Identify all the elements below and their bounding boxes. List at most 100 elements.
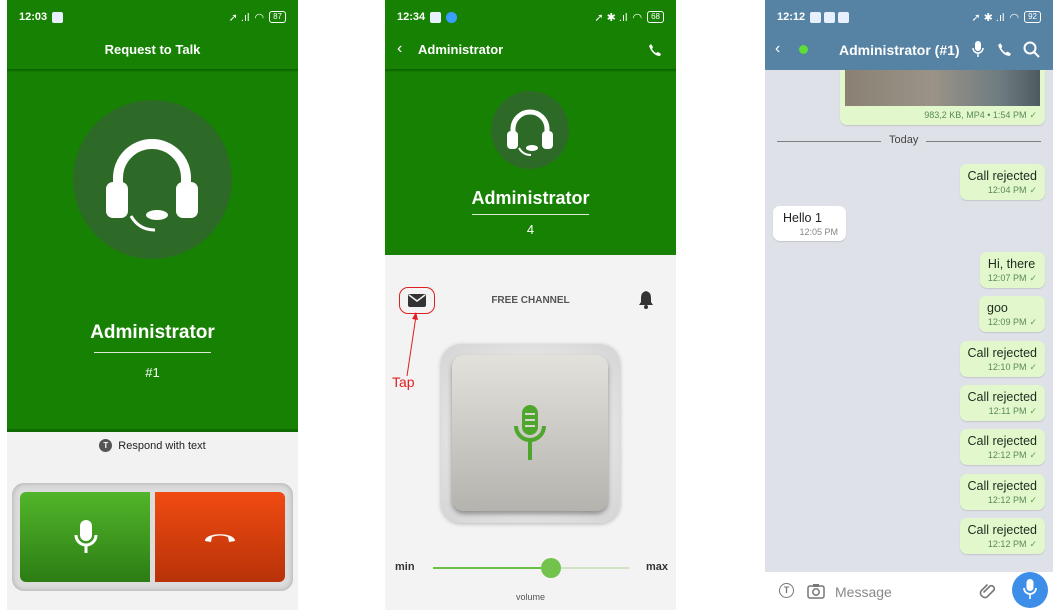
message-bubble[interactable]: Call rejected 12:12 PM ✓ [959, 474, 1045, 510]
check-icon: ✓ [1029, 495, 1037, 505]
phone-icon[interactable] [997, 42, 1012, 57]
message-text: Call rejected [967, 390, 1037, 404]
caller-name: Administrator [90, 322, 215, 343]
status-time: 12:34 [397, 11, 426, 23]
header-title: Administrator [418, 42, 504, 57]
status-time: 12:12 [777, 11, 806, 23]
mic-icon [1023, 579, 1037, 599]
video-message[interactable]: 983,2 KB, MP4 • 1:54 PM ✓ [840, 70, 1045, 125]
volume-slider[interactable] [433, 558, 629, 578]
header-divider [385, 69, 676, 72]
check-icon: ✓ [1029, 362, 1037, 372]
text-icon: T [99, 439, 113, 452]
date-divider: Today [881, 134, 927, 146]
channel-label: FREE CHANNEL [491, 295, 570, 306]
message-input[interactable]: Message [835, 584, 892, 600]
message-time-text: 12:04 PM [987, 185, 1027, 195]
message-bubble[interactable]: Call rejected 12:12 PM ✓ [959, 429, 1045, 465]
back-icon[interactable]: ‹ [397, 40, 402, 58]
message-time: 12:07 PM ✓ [988, 273, 1037, 284]
check-icon: ✓ [1029, 539, 1037, 549]
check-icon: ✓ [1029, 110, 1037, 120]
push-to-talk-button[interactable] [452, 355, 608, 511]
voice-record-button[interactable] [1012, 572, 1048, 608]
avatar [491, 91, 569, 169]
signal-icon: ➚ ✱ .ıl [971, 11, 1005, 24]
volume-min-label: min [395, 561, 415, 573]
volume-slider-thumb[interactable] [540, 558, 561, 578]
search-icon[interactable] [1023, 41, 1040, 58]
message-time-text: 12:09 PM [987, 317, 1027, 327]
hang-up-icon [205, 534, 235, 542]
accept-button[interactable] [20, 492, 150, 582]
message-bubble[interactable]: Hello 1 12:05 PM [773, 206, 846, 241]
online-indicator [799, 45, 808, 54]
check-icon: ✓ [1029, 450, 1037, 460]
mic-icon [74, 520, 98, 553]
mic-icon[interactable] [972, 41, 984, 58]
volume-label: volume [515, 592, 545, 602]
message-text: Call rejected [967, 523, 1037, 537]
decline-button[interactable] [155, 492, 285, 582]
wifi-icon: ◠ [1009, 11, 1020, 24]
message-bubble[interactable]: Call rejected 12:12 PM ✓ [959, 518, 1045, 554]
message-text: goo [987, 301, 1008, 315]
respond-with-text-button[interactable]: T Respond with text [7, 439, 298, 452]
check-icon: ✓ [1029, 185, 1037, 195]
message-time-text: 12:12 PM [987, 495, 1027, 505]
message-text: Call rejected [967, 434, 1037, 448]
message-bubble[interactable]: goo 12:09 PM ✓ [979, 296, 1045, 332]
message-time: 12:10 PM ✓ [968, 362, 1037, 373]
notification-icon-3 [838, 11, 850, 23]
notification-icon [52, 11, 64, 23]
panel-bottom-edge [7, 429, 298, 432]
message-bubble[interactable]: Call rejected 12:10 PM ✓ [959, 341, 1045, 377]
battery-icon: 92 [1024, 11, 1041, 23]
message-bubble[interactable]: Hi, there 12:07 PM ✓ [979, 252, 1045, 288]
video-meta: 983,2 KB, MP4 • 1:54 PM ✓ [924, 110, 1037, 121]
message-time-text: 12:11 PM [988, 406, 1027, 416]
camera-icon[interactable] [807, 583, 825, 599]
request-to-talk-screen: 12:03 ➚ .ıl ◠ 87 Request to Talk Adminis… [7, 0, 298, 610]
check-icon: ✓ [1029, 317, 1037, 327]
message-time: 12:12 PM ✓ [968, 539, 1037, 550]
wifi-icon: ◠ [254, 11, 265, 24]
volume-max-label: max [646, 561, 669, 573]
message-time-text: 12:10 PM [987, 362, 1027, 372]
tap-annotation: Tap [392, 374, 415, 390]
name-underline [94, 352, 211, 353]
message-bubble[interactable]: Call rejected 12:04 PM ✓ [959, 164, 1045, 200]
back-icon[interactable]: ‹ [775, 40, 780, 58]
headset-icon [507, 109, 553, 156]
text-icon[interactable]: T [779, 583, 794, 598]
message-time-text: 12:07 PM [987, 273, 1027, 283]
message-bubble[interactable]: Call rejected 12:11 PM ✓ [959, 385, 1045, 421]
header-divider [7, 69, 298, 72]
status-bar: 12:12 ➚ ✱ .ıl ◠ 92 [765, 0, 1053, 34]
wifi-icon: ◠ [632, 11, 643, 24]
chat-title: Administrator (#1) [839, 42, 960, 58]
check-icon: ✓ [1029, 273, 1037, 283]
check-icon: ✓ [1029, 406, 1037, 416]
contact-name: Administrator [471, 188, 590, 208]
notification-icon [810, 11, 822, 23]
message-time: 12:12 PM ✓ [968, 495, 1037, 506]
message-text: Call rejected [967, 169, 1037, 183]
signal-icon: ➚ .ıl [228, 11, 250, 24]
mic-icon [514, 405, 546, 460]
chat-screen: 12:12 ➚ ✱ .ıl ◠ 92 ‹ Administrator (#1) … [765, 0, 1053, 610]
paperclip-icon[interactable] [979, 582, 997, 600]
contact-number: 4 [526, 222, 535, 237]
notification-icon [430, 11, 442, 23]
battery-icon: 68 [647, 11, 664, 23]
phone-icon[interactable] [648, 43, 662, 57]
status-time: 12:03 [19, 11, 48, 23]
bell-icon[interactable] [638, 290, 654, 309]
message-time-text: 12:12 PM [987, 450, 1027, 460]
app-notification-icon [446, 11, 458, 23]
message-time: 12:12 PM ✓ [968, 450, 1037, 461]
video-thumbnail[interactable] [845, 70, 1040, 106]
message-text: Call rejected [967, 479, 1037, 493]
battery-icon: 87 [269, 11, 286, 23]
message-time: 12:09 PM ✓ [987, 317, 1037, 328]
